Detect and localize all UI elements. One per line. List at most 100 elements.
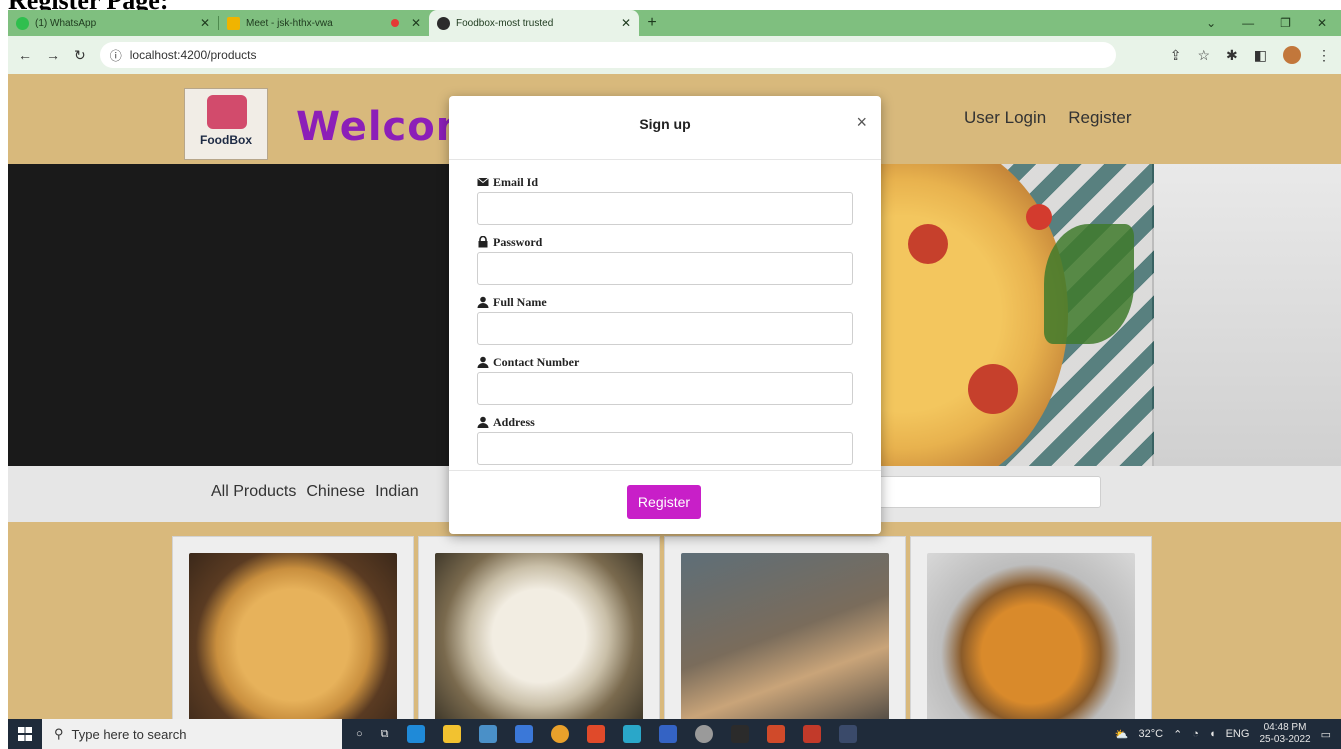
address-bar: ← → ↻ ⓘ localhost:4200/products ⇪ ☆ ✱ ◧ … [8, 36, 1341, 74]
full-name-label: Full Name [477, 294, 853, 310]
category-links: All Products Chinese Indian [211, 483, 419, 501]
hero-pepperoni [908, 224, 948, 264]
restore-icon[interactable]: ❐ [1280, 16, 1291, 30]
extensions-icon[interactable]: ✱ [1226, 47, 1238, 64]
signup-form: Email Id Password Full Name Contact Numb… [449, 160, 881, 465]
meet-icon [227, 16, 240, 30]
word-icon[interactable] [658, 725, 677, 743]
nav-indian[interactable]: Indian [375, 483, 419, 501]
window-controls: ⌄ — ❐ ✕ [1206, 10, 1341, 36]
nav-chinese[interactable]: Chinese [306, 483, 365, 501]
sidepanel-icon[interactable]: ◧ [1254, 47, 1267, 64]
tab-whatsapp[interactable]: (1) WhatsApp ✕ [8, 10, 218, 36]
chrome-icon[interactable] [550, 725, 569, 743]
hero-basil [1044, 224, 1134, 344]
whatsapp-icon [16, 16, 29, 30]
windows-icon [18, 727, 32, 741]
password-label: Password [477, 234, 853, 250]
close-tab-icon[interactable]: ✕ [621, 16, 631, 30]
minimize-icon[interactable]: — [1242, 16, 1254, 30]
back-icon[interactable]: ← [18, 47, 32, 63]
full-name-label-text: Full Name [493, 294, 547, 309]
lock-icon [478, 236, 488, 248]
forward-icon[interactable]: → [46, 47, 60, 63]
address-field[interactable] [477, 432, 853, 465]
product-image [435, 553, 643, 719]
modal-footer: Register [449, 470, 881, 534]
password-field[interactable] [477, 252, 853, 285]
tab-label: Meet - jsk-hthx-vwa [246, 17, 333, 29]
tab-label: Foodbox-most trusted [456, 17, 554, 29]
profile-avatar[interactable] [1283, 46, 1301, 64]
close-tab-icon[interactable]: ✕ [411, 16, 421, 30]
cortana-icon[interactable]: ○ [356, 728, 363, 740]
full-name-field[interactable] [477, 312, 853, 345]
contact-label: Contact Number [477, 354, 853, 370]
product-card[interactable] [172, 536, 414, 719]
weather-icon: ⛅ [1114, 728, 1129, 741]
app-icon[interactable] [802, 725, 821, 743]
nav-all-products[interactable]: All Products [211, 483, 296, 501]
taskbar-search-input[interactable]: ⚲ Type here to search [42, 719, 342, 749]
menu-icon[interactable]: ⋮ [1317, 47, 1331, 64]
close-icon[interactable]: × [856, 112, 867, 133]
email-field-group: Email Id [477, 174, 853, 225]
contact-field-group: Contact Number [477, 354, 853, 405]
product-image [681, 553, 889, 719]
tab-foodbox[interactable]: Foodbox-most trusted ✕ [429, 10, 639, 36]
user-login-link[interactable]: User Login [964, 108, 1046, 128]
clock-time: 04:48 PM [1263, 722, 1307, 733]
system-tray: ⛅ 32°C ⌃ ◔ ◖ ENG 04:48 PM 25-03-2022 ▭ [1115, 722, 1341, 746]
vscode-icon[interactable] [622, 725, 641, 743]
taskbar-apps: ○ ⧉ [356, 725, 857, 743]
notification-icon[interactable]: ▭ [1321, 728, 1331, 741]
email-label-text: Email Id [493, 174, 539, 189]
chevron-down-icon[interactable]: ⌄ [1206, 16, 1216, 30]
clock-date: 25-03-2022 [1259, 734, 1311, 745]
product-card[interactable] [418, 536, 660, 719]
clock[interactable]: 04:48 PM 25-03-2022 [1259, 722, 1310, 746]
user-icon [477, 356, 489, 368]
weather-text[interactable]: 32°C [1138, 728, 1163, 740]
office-icon[interactable] [586, 725, 605, 743]
app-icon[interactable] [478, 725, 497, 743]
address-label-text: Address [493, 414, 535, 429]
register-link[interactable]: Register [1068, 108, 1131, 128]
settings-icon[interactable] [694, 725, 713, 743]
share-icon[interactable]: ⇪ [1170, 47, 1182, 64]
envelope-icon [477, 177, 489, 186]
language-text[interactable]: ENG [1226, 728, 1250, 740]
tab-meet[interactable]: Meet - jsk-hthx-vwa ✕ [219, 10, 429, 36]
task-view-icon[interactable]: ⧉ [381, 728, 389, 741]
windows-taskbar: ⚲ Type here to search ○ ⧉ ⛅ 32°C ⌃ ◔ ◖ E… [8, 719, 1341, 749]
network-icon[interactable]: ◔ [1192, 728, 1199, 740]
product-grid [172, 536, 1152, 719]
email-field[interactable] [477, 192, 853, 225]
star-icon[interactable]: ☆ [1197, 47, 1210, 64]
powerpoint-icon[interactable] [766, 725, 785, 743]
contact-label-text: Contact Number [493, 354, 580, 369]
close-window-icon[interactable]: ✕ [1317, 16, 1327, 30]
signup-modal: Sign up × Email Id Password Full Name Co… [449, 96, 881, 534]
new-tab-button[interactable]: + [639, 10, 665, 36]
foodbox-logo[interactable]: FoodBox [184, 88, 268, 160]
start-button[interactable] [8, 719, 42, 749]
tray-chevron-icon[interactable]: ⌃ [1173, 728, 1182, 741]
app-icon[interactable] [838, 725, 857, 743]
product-card[interactable] [910, 536, 1152, 719]
file-explorer-icon[interactable] [442, 725, 461, 743]
reload-icon[interactable]: ↻ [74, 47, 86, 64]
volume-icon[interactable]: ◖ [1209, 728, 1216, 740]
edge-icon[interactable] [406, 725, 425, 743]
taskbar-search-placeholder: Type here to search [71, 726, 187, 742]
store-icon[interactable] [514, 725, 533, 743]
contact-number-field[interactable] [477, 372, 853, 405]
close-tab-icon[interactable]: ✕ [200, 16, 210, 30]
product-card[interactable] [664, 536, 906, 719]
user-icon [477, 416, 489, 428]
logo-text: FoodBox [200, 133, 252, 147]
register-button[interactable]: Register [627, 485, 701, 519]
full-name-field-group: Full Name [477, 294, 853, 345]
url-field[interactable]: ⓘ localhost:4200/products [99, 42, 1116, 68]
terminal-icon[interactable] [730, 725, 749, 743]
